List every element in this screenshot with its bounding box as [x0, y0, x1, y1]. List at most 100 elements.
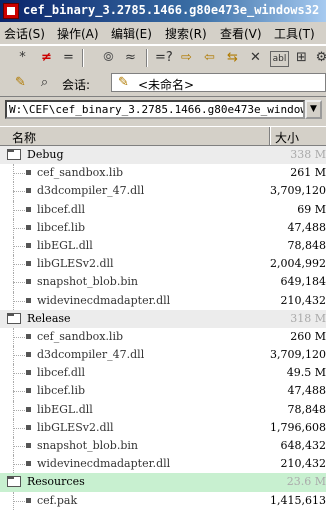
- file-row[interactable]: libcef.dll 69 M: [0, 200, 326, 219]
- menu-action[interactable]: 操作(A): [57, 25, 99, 42]
- path-dropdown-button[interactable]: ▼: [305, 100, 322, 119]
- file-size: 2,004,992: [270, 257, 326, 271]
- folder-row[interactable]: Resources 23.6 M: [0, 473, 326, 492]
- file-row[interactable]: libGLESv2.dll 1,796,608: [0, 418, 326, 437]
- file-size: 47,488: [287, 384, 326, 398]
- file-size: 49.5 M: [286, 366, 326, 380]
- sync-folder-icon[interactable]: ⇆: [224, 49, 241, 67]
- tree-connector: [13, 264, 25, 266]
- file-row[interactable]: libGLESv2.dll 2,004,992: [0, 255, 326, 274]
- title-bar: cef_binary_3.2785.1466.g80e473e_windows3…: [0, 0, 326, 22]
- file-row[interactable]: libEGL.dll 78,848: [0, 400, 326, 419]
- file-name: snapshot_blob.bin: [37, 439, 138, 452]
- column-divider[interactable]: [269, 127, 271, 145]
- folder-name: Debug: [27, 148, 64, 161]
- tree-connector: [13, 191, 25, 193]
- show-same-icon[interactable]: =: [60, 49, 77, 67]
- file-name: d3dcompiler_47.dll: [37, 184, 145, 198]
- session-label: 会话:: [62, 78, 91, 92]
- file-row[interactable]: cef_sandbox.lib 260 M: [0, 327, 326, 347]
- file-name: d3dcompiler_47.dll: [37, 348, 145, 362]
- file-icon: [26, 352, 31, 358]
- folder-size: 338 M: [290, 148, 326, 161]
- rules-compare-icon[interactable]: =?: [155, 49, 173, 67]
- rename-icon[interactable]: abl: [270, 51, 289, 67]
- file-name: widevinecdmadapter.dll: [37, 457, 171, 471]
- file-row[interactable]: libcef.dll 49.5 M: [0, 364, 326, 383]
- folder-row[interactable]: Release 318 M: [0, 309, 326, 328]
- file-row[interactable]: d3dcompiler_47.dll 3,709,120: [0, 346, 326, 365]
- session-icon: ✎: [118, 75, 129, 90]
- structure-compare-icon[interactable]: ⦾: [100, 49, 117, 67]
- tree-connector: [13, 300, 25, 303]
- app-icon: [3, 3, 19, 19]
- path-bar: W:\CEF\cef_binary_3.2785.1466.g80e473e_w…: [0, 97, 326, 122]
- session-value: <未命名>: [138, 78, 195, 92]
- delete-icon[interactable]: ✕: [247, 49, 264, 67]
- file-row[interactable]: d3dcompiler_47.dll 3,709,120: [0, 182, 326, 201]
- touch-icon[interactable]: ⊞: [293, 49, 310, 67]
- menu-session[interactable]: 会话(S): [4, 25, 45, 42]
- folder-size: 318 M: [290, 311, 326, 325]
- approximate-icon[interactable]: ≈: [122, 49, 139, 67]
- menu-edit[interactable]: 编辑(E): [111, 25, 152, 42]
- menu-bar: 会话(S) 操作(A) 编辑(E) 搜索(R) 查看(V) 工具(T): [0, 22, 326, 45]
- column-name-header[interactable]: 名称: [12, 129, 36, 146]
- file-name: libGLESv2.dll: [37, 257, 114, 271]
- file-size: 261 M: [290, 166, 326, 180]
- file-name: libEGL.dll: [37, 402, 93, 416]
- file-icon: [26, 461, 31, 467]
- file-size: 1,415,613: [270, 493, 326, 507]
- file-list[interactable]: Debug 338 M cef_sandbox.lib 261 M d3dcompile…: [0, 146, 326, 513]
- column-header: 名称 大小: [0, 126, 326, 146]
- move-to-folder-icon[interactable]: ⇦: [201, 49, 218, 67]
- tree-connector: [13, 282, 25, 284]
- file-row[interactable]: cef.pak 1,415,613: [0, 491, 326, 510]
- toolbar-separator: [146, 49, 148, 67]
- file-icon: [26, 497, 31, 503]
- file-row[interactable]: widevinecdmadapter.dll 210,432: [0, 291, 326, 310]
- file-name: libEGL.dll: [37, 238, 93, 252]
- window-title: cef_binary_3.2785.1466.g80e473e_windows3…: [23, 3, 320, 17]
- folder-name: Release: [27, 311, 71, 325]
- file-size: 69 M: [297, 202, 326, 216]
- file-row[interactable]: snapshot_blob.bin 648,432: [0, 437, 326, 456]
- file-icon: [26, 206, 31, 212]
- file-size: 78,848: [287, 238, 326, 252]
- menu-tools[interactable]: 工具(T): [274, 25, 315, 42]
- folder-icon: [7, 149, 21, 160]
- file-row[interactable]: snapshot_blob.bin 649,184: [0, 273, 326, 292]
- file-row[interactable]: libcef.lib 47,488: [0, 382, 326, 401]
- file-size: 210,432: [280, 293, 326, 307]
- file-name: cef_sandbox.lib: [37, 329, 124, 343]
- path-input[interactable]: W:\CEF\cef_binary_3.2785.1466.g80e473e_w…: [5, 100, 305, 119]
- file-icon: [26, 261, 31, 267]
- tree-connector: [13, 500, 25, 503]
- file-row[interactable]: libEGL.dll 78,848: [0, 236, 326, 256]
- file-row[interactable]: widevinecdmadapter.dll 210,432: [0, 455, 326, 474]
- sessions-icon[interactable]: ⌕: [36, 74, 53, 92]
- folder-size: 23.6 M: [286, 475, 326, 489]
- menu-view[interactable]: 查看(V): [220, 25, 262, 42]
- folder-icon: [7, 312, 21, 324]
- file-icon: [26, 242, 31, 248]
- edit-session-icon[interactable]: ✎: [12, 74, 29, 92]
- copy-to-folder-icon[interactable]: ⇨: [178, 49, 195, 67]
- file-row[interactable]: cef_sandbox.lib 261 M: [0, 164, 326, 183]
- show-all-icon[interactable]: *: [14, 49, 31, 67]
- file-name: cef.pak: [37, 493, 78, 507]
- file-size: 3,709,120: [270, 184, 326, 198]
- column-size-header[interactable]: 大小: [275, 129, 299, 146]
- tree-connector: [13, 409, 25, 412]
- file-icon: [26, 170, 31, 176]
- session-field[interactable]: ✎ <未命名>: [111, 73, 326, 92]
- show-differences-icon[interactable]: ≠: [38, 49, 55, 67]
- file-icon: [26, 406, 31, 412]
- file-size: 78,848: [287, 402, 326, 416]
- file-row[interactable]: libcef.lib 47,488: [0, 218, 326, 237]
- attributes-icon[interactable]: ⚙: [313, 49, 326, 67]
- file-icon: [26, 188, 31, 194]
- menu-search[interactable]: 搜索(R): [165, 25, 207, 42]
- tree-connector: [13, 227, 25, 230]
- folder-row[interactable]: Debug 338 M: [0, 146, 326, 165]
